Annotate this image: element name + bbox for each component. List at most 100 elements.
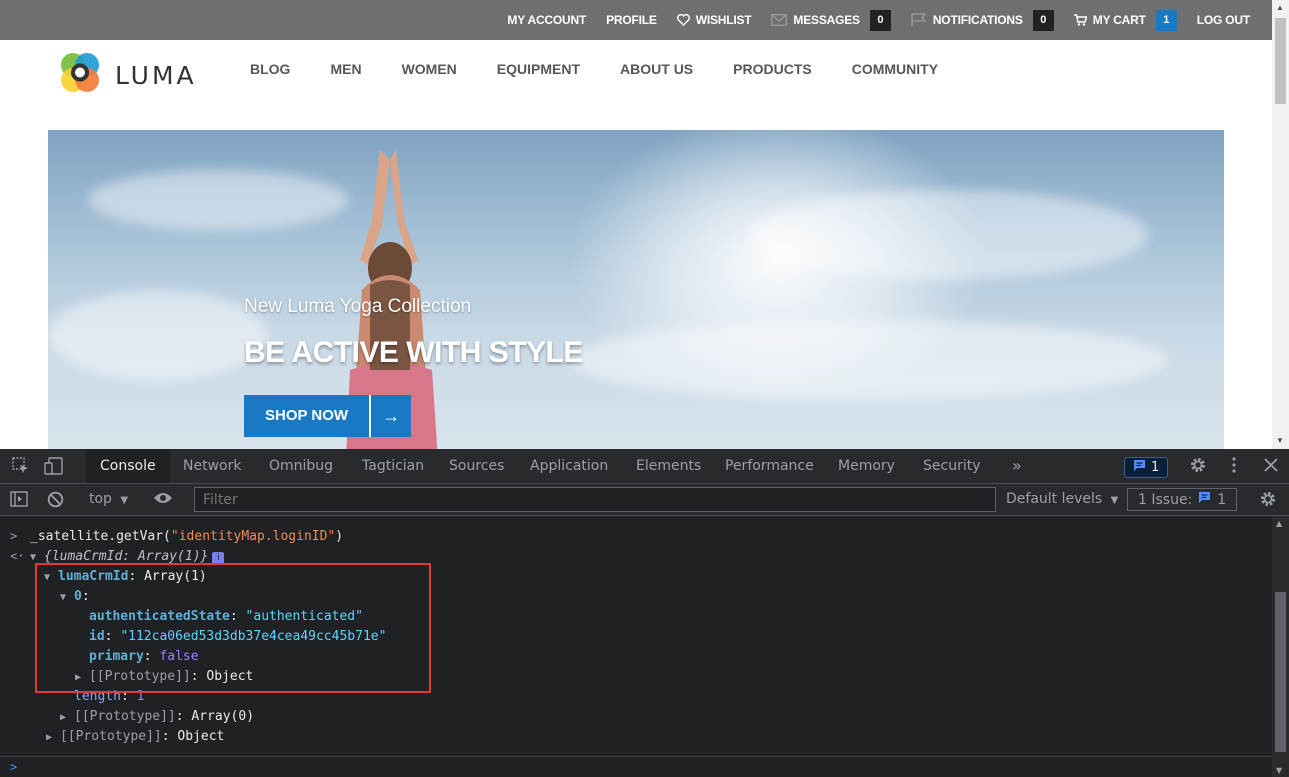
console-output: > _satellite.getVar("identityMap.loginID…	[0, 516, 1272, 777]
messages-label: MESSAGES	[793, 13, 860, 27]
nav-item-blog[interactable]: BLOG	[230, 61, 310, 77]
wishlist-link[interactable]: WISHLIST	[676, 13, 752, 27]
issues-count: 1	[1217, 491, 1227, 508]
notifications-count-badge: 0	[1032, 9, 1054, 31]
console-scrollbar[interactable]: ▲ ▼	[1272, 516, 1289, 777]
issues-button[interactable]: 1 Issue: 1	[1127, 488, 1238, 511]
logo-text: LUMA	[115, 61, 197, 90]
scroll-up-icon[interactable]: ▲	[1276, 519, 1282, 528]
context-label: top	[89, 491, 112, 507]
cart-count-badge: 1	[1155, 9, 1177, 31]
default-levels-dropdown[interactable]: Default levels ▼	[1006, 491, 1118, 507]
luma-logo-icon	[57, 50, 103, 101]
issues-badge-button[interactable]: 1	[1124, 455, 1169, 479]
console-scrollbar-thumb[interactable]	[1275, 592, 1286, 752]
my-account-link[interactable]: MY ACCOUNT	[507, 13, 586, 27]
prototype-outer-row[interactable]: ▶ [[Prototype]]: Object	[46, 729, 224, 744]
nav-item-women[interactable]: WOMEN	[382, 61, 477, 77]
top-links: MY ACCOUNT PROFILE WISHLIST MESSAGES 0 N…	[507, 0, 1250, 40]
default-levels-label: Default levels	[1006, 491, 1103, 507]
my-cart-label: MY CART	[1092, 13, 1146, 27]
console-settings-gear-icon[interactable]	[1259, 490, 1277, 512]
tab-tagtician[interactable]: Tagtician	[348, 449, 438, 483]
tab-memory[interactable]: Memory	[824, 449, 909, 483]
issues-badge-count: 1	[1151, 459, 1160, 475]
show-sidebar-icon[interactable]	[10, 491, 28, 511]
clear-console-icon[interactable]	[47, 491, 64, 512]
messages-link[interactable]: MESSAGES 0	[771, 9, 891, 31]
devtools-panel: Console Network Omnibug Tagtician Source…	[0, 449, 1289, 777]
issues-badge: 1	[1124, 456, 1169, 478]
live-expression-eye-icon[interactable]	[153, 491, 173, 509]
inspect-element-icon[interactable]	[12, 457, 30, 479]
tab-sources[interactable]: Sources	[435, 449, 518, 483]
console-filter-input[interactable]	[194, 487, 996, 512]
nav-item-about-us[interactable]: ABOUT US	[600, 61, 713, 77]
cart-icon	[1073, 14, 1087, 26]
kebab-menu-icon[interactable]	[1231, 456, 1237, 478]
context-selector[interactable]: top ▼	[89, 491, 128, 507]
shop-now-button[interactable]: SHOP NOW →	[244, 395, 412, 437]
hero-subtitle: New Luma Yoga Collection	[244, 296, 472, 317]
scroll-up-icon[interactable]: ▲	[1276, 3, 1284, 12]
more-tabs-button[interactable]: »	[998, 449, 1036, 483]
console-command[interactable]: _satellite.getVar("identityMap.loginID")	[30, 529, 343, 544]
command-function: _satellite.getVar(	[30, 529, 171, 544]
hero-cloud	[88, 170, 348, 230]
top-bar: MY ACCOUNT PROFILE WISHLIST MESSAGES 0 N…	[0, 0, 1272, 40]
close-devtools-icon[interactable]	[1263, 457, 1279, 477]
envelope-icon	[771, 14, 788, 26]
nav-item-community[interactable]: COMMUNITY	[832, 61, 958, 77]
tab-omnibug[interactable]: Omnibug	[255, 449, 347, 483]
tab-application[interactable]: Application	[516, 449, 622, 483]
log-out-link[interactable]: LOG OUT	[1197, 13, 1250, 27]
console-toolbar: top ▼ Default levels ▼ 1 Issue: 1	[0, 484, 1289, 516]
console-prompt[interactable]: >	[0, 756, 1272, 777]
highlight-annotation-box	[35, 563, 431, 693]
notifications-link[interactable]: NOTIFICATIONS 0	[911, 9, 1054, 31]
tab-console[interactable]: Console	[86, 449, 170, 483]
shop-now-label: SHOP NOW	[244, 395, 370, 437]
heart-icon	[676, 14, 690, 26]
prototype-value: : Array(0)	[175, 709, 255, 724]
chevron-down-icon: ▼	[1110, 495, 1119, 506]
tab-elements[interactable]: Elements	[622, 449, 715, 483]
expand-triangle-icon[interactable]: ▶	[46, 732, 60, 743]
command-close: )	[335, 529, 344, 544]
settings-gear-icon[interactable]	[1189, 456, 1207, 478]
chat-icon	[1198, 491, 1211, 508]
my-cart-link[interactable]: MY CART 1	[1073, 9, 1177, 31]
page-scrollbar[interactable]: ▲ ▼	[1272, 0, 1289, 449]
flag-icon	[911, 13, 927, 27]
nav-item-products[interactable]: PRODUCTS	[713, 61, 832, 77]
prototype-key: [[Prototype]]	[74, 709, 176, 724]
prototype-array-row[interactable]: ▶ [[Prototype]]: Array(0)	[60, 709, 254, 724]
hero-cloud	[748, 190, 1148, 280]
scroll-down-icon[interactable]: ▼	[1276, 436, 1284, 445]
messages-count-badge: 0	[869, 9, 891, 31]
result-arrow-icon: <·	[10, 549, 25, 563]
site-header: LUMA BLOG MEN WOMEN EQUIPMENT ABOUT US P…	[0, 40, 1272, 130]
device-toolbar-icon[interactable]	[44, 457, 64, 479]
input-chevron-icon: >	[10, 529, 18, 543]
tab-network[interactable]: Network	[169, 449, 255, 483]
expand-triangle-icon[interactable]: ▼	[30, 552, 44, 563]
hero-cloud	[48, 290, 268, 380]
hero-banner[interactable]: New Luma Yoga Collection BE ACTIVE WITH …	[48, 130, 1224, 449]
hero-cloud	[568, 320, 1168, 400]
page-scrollbar-thumb[interactable]	[1275, 18, 1286, 104]
nav-item-equipment[interactable]: EQUIPMENT	[477, 61, 600, 77]
tab-security[interactable]: Security	[909, 449, 995, 483]
prompt-chevron-icon: >	[10, 760, 18, 774]
prototype-value: : Object	[161, 729, 225, 744]
profile-link[interactable]: PROFILE	[606, 13, 657, 27]
luma-logo[interactable]: LUMA	[57, 50, 197, 101]
prototype-key: [[Prototype]]	[60, 729, 162, 744]
main-nav: BLOG MEN WOMEN EQUIPMENT ABOUT US PRODUC…	[230, 61, 958, 77]
tab-performance[interactable]: Performance	[711, 449, 828, 483]
result-preview-row[interactable]: ▼ {lumaCrmId: Array(1)} i	[30, 549, 225, 564]
nav-item-men[interactable]: MEN	[310, 61, 381, 77]
expand-triangle-icon[interactable]: ▶	[60, 712, 74, 723]
scroll-down-icon[interactable]: ▼	[1276, 766, 1282, 775]
result-preview: {lumaCrmId: Array(1)}	[44, 549, 209, 564]
